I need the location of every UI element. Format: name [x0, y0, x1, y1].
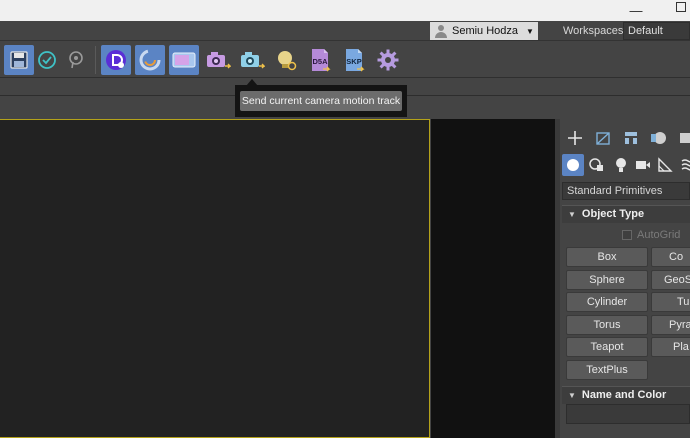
textplus-button[interactable]: TextPlus: [566, 360, 648, 380]
object-type-title: Object Type: [581, 208, 645, 220]
motion-icon: [651, 132, 666, 144]
verify-button[interactable]: [32, 45, 62, 75]
plane-button[interactable]: Pla: [651, 337, 690, 357]
autogrid-checkbox[interactable]: AutoGrid: [622, 229, 680, 241]
lasso-select-icon: [69, 51, 83, 69]
video-clip-button[interactable]: [169, 45, 199, 75]
video-clip-icon: [172, 52, 196, 68]
skp-file-icon: SKP: [346, 49, 365, 72]
space-warps-icon: [681, 159, 690, 171]
object-type-rollout-header[interactable]: ▼ Object Type: [562, 205, 690, 223]
object-category-dropdown[interactable]: Standard Primitives: [562, 182, 690, 200]
d5-render-logo-icon: [106, 50, 126, 70]
box-button[interactable]: Box: [566, 247, 648, 267]
main-toolbar: D5A SKP: [0, 42, 690, 78]
checkbox-box: [622, 230, 632, 240]
user-account-button[interactable]: Semiu Hodza ▼: [430, 22, 538, 40]
light-button[interactable]: [271, 45, 301, 75]
lasso-select-button[interactable]: [60, 45, 90, 75]
chevron-down-icon: ▼: [526, 26, 534, 36]
light-bulb-icon: [278, 51, 297, 71]
helpers-icon: [658, 157, 673, 172]
name-and-color-rollout-header[interactable]: ▼ Name and Color: [562, 386, 690, 404]
maximize-icon: [676, 1, 686, 12]
category-lights[interactable]: [610, 154, 632, 176]
user-avatar-icon: [434, 24, 448, 38]
maximize-button[interactable]: [672, 0, 690, 21]
lights-icon: [616, 158, 626, 172]
category-geometry[interactable]: [562, 154, 584, 176]
sync-button[interactable]: [135, 45, 165, 75]
geosphere-button[interactable]: GeoS: [651, 270, 690, 290]
object-name-field[interactable]: [566, 404, 690, 424]
pyramid-button[interactable]: Pyra: [651, 315, 690, 335]
menu-row: Semiu Hodza ▼ Workspaces: Default: [0, 21, 690, 41]
active-viewport[interactable]: [0, 119, 430, 438]
category-shapes[interactable]: [586, 154, 608, 176]
category-cameras[interactable]: [632, 154, 654, 176]
settings-button[interactable]: [373, 45, 403, 75]
send-camera-motion-icon: [241, 52, 265, 69]
modify-icon: [596, 132, 610, 145]
window-title-bar: —: [0, 0, 690, 21]
create-plus-icon: [568, 131, 582, 145]
skp-label: SKP: [346, 57, 361, 66]
sync-ring-icon: [139, 49, 161, 71]
send-camera-motion-button[interactable]: [237, 45, 267, 75]
rollout-collapse-icon: ▼: [568, 210, 576, 219]
minimize-button[interactable]: —: [622, 0, 650, 21]
tube-button[interactable]: Tu: [651, 292, 690, 312]
cameras-icon: [636, 161, 650, 169]
display-icon: [680, 133, 690, 143]
cone-button[interactable]: Co: [651, 247, 690, 267]
send-camera-button[interactable]: [203, 45, 233, 75]
category-helpers[interactable]: [654, 154, 676, 176]
settings-gear-icon: [377, 49, 399, 71]
shapes-icon: [589, 158, 603, 171]
tab-motion[interactable]: [646, 125, 672, 151]
tab-display[interactable]: [674, 125, 690, 151]
cylinder-button[interactable]: Cylinder: [566, 292, 648, 312]
name-and-color-title: Name and Color: [581, 389, 667, 401]
send-camera-icon: [207, 52, 231, 69]
secondary-viewport[interactable]: [431, 119, 555, 438]
send-camera-motion-tooltip: Send current camera motion track: [240, 91, 402, 111]
checkmark-circle-icon: [38, 51, 56, 69]
save-file-button[interactable]: [4, 45, 34, 75]
d5a-label: D5A: [312, 57, 328, 66]
export-skp-button[interactable]: SKP: [339, 45, 369, 75]
user-name: Semiu Hodza: [452, 25, 519, 37]
torus-button[interactable]: Torus: [566, 315, 648, 335]
toolbar-divider: [95, 46, 96, 74]
autogrid-label: AutoGrid: [637, 229, 681, 241]
d5a-file-icon: D5A: [312, 49, 331, 72]
tab-hierarchy[interactable]: [618, 125, 644, 151]
tab-modify[interactable]: [590, 125, 616, 151]
command-panel-tabs: [560, 125, 690, 151]
save-file-icon: [10, 51, 28, 69]
export-d5a-button[interactable]: D5A: [305, 45, 335, 75]
command-panel: Standard Primitives ▼ Object Type AutoGri…: [560, 119, 690, 438]
rollout-collapse-icon: ▼: [568, 391, 576, 400]
teapot-button[interactable]: Teapot: [566, 337, 648, 357]
geometry-sphere-icon: [567, 159, 579, 171]
workspaces-label: Workspaces:: [563, 25, 627, 37]
tab-create[interactable]: [562, 125, 588, 151]
d5-render-button[interactable]: [101, 45, 131, 75]
workspace-dropdown[interactable]: Default: [623, 22, 690, 40]
create-categories: [560, 152, 690, 178]
category-space-warps[interactable]: [676, 154, 690, 176]
sphere-button[interactable]: Sphere: [566, 270, 648, 290]
hierarchy-icon: [625, 132, 637, 144]
